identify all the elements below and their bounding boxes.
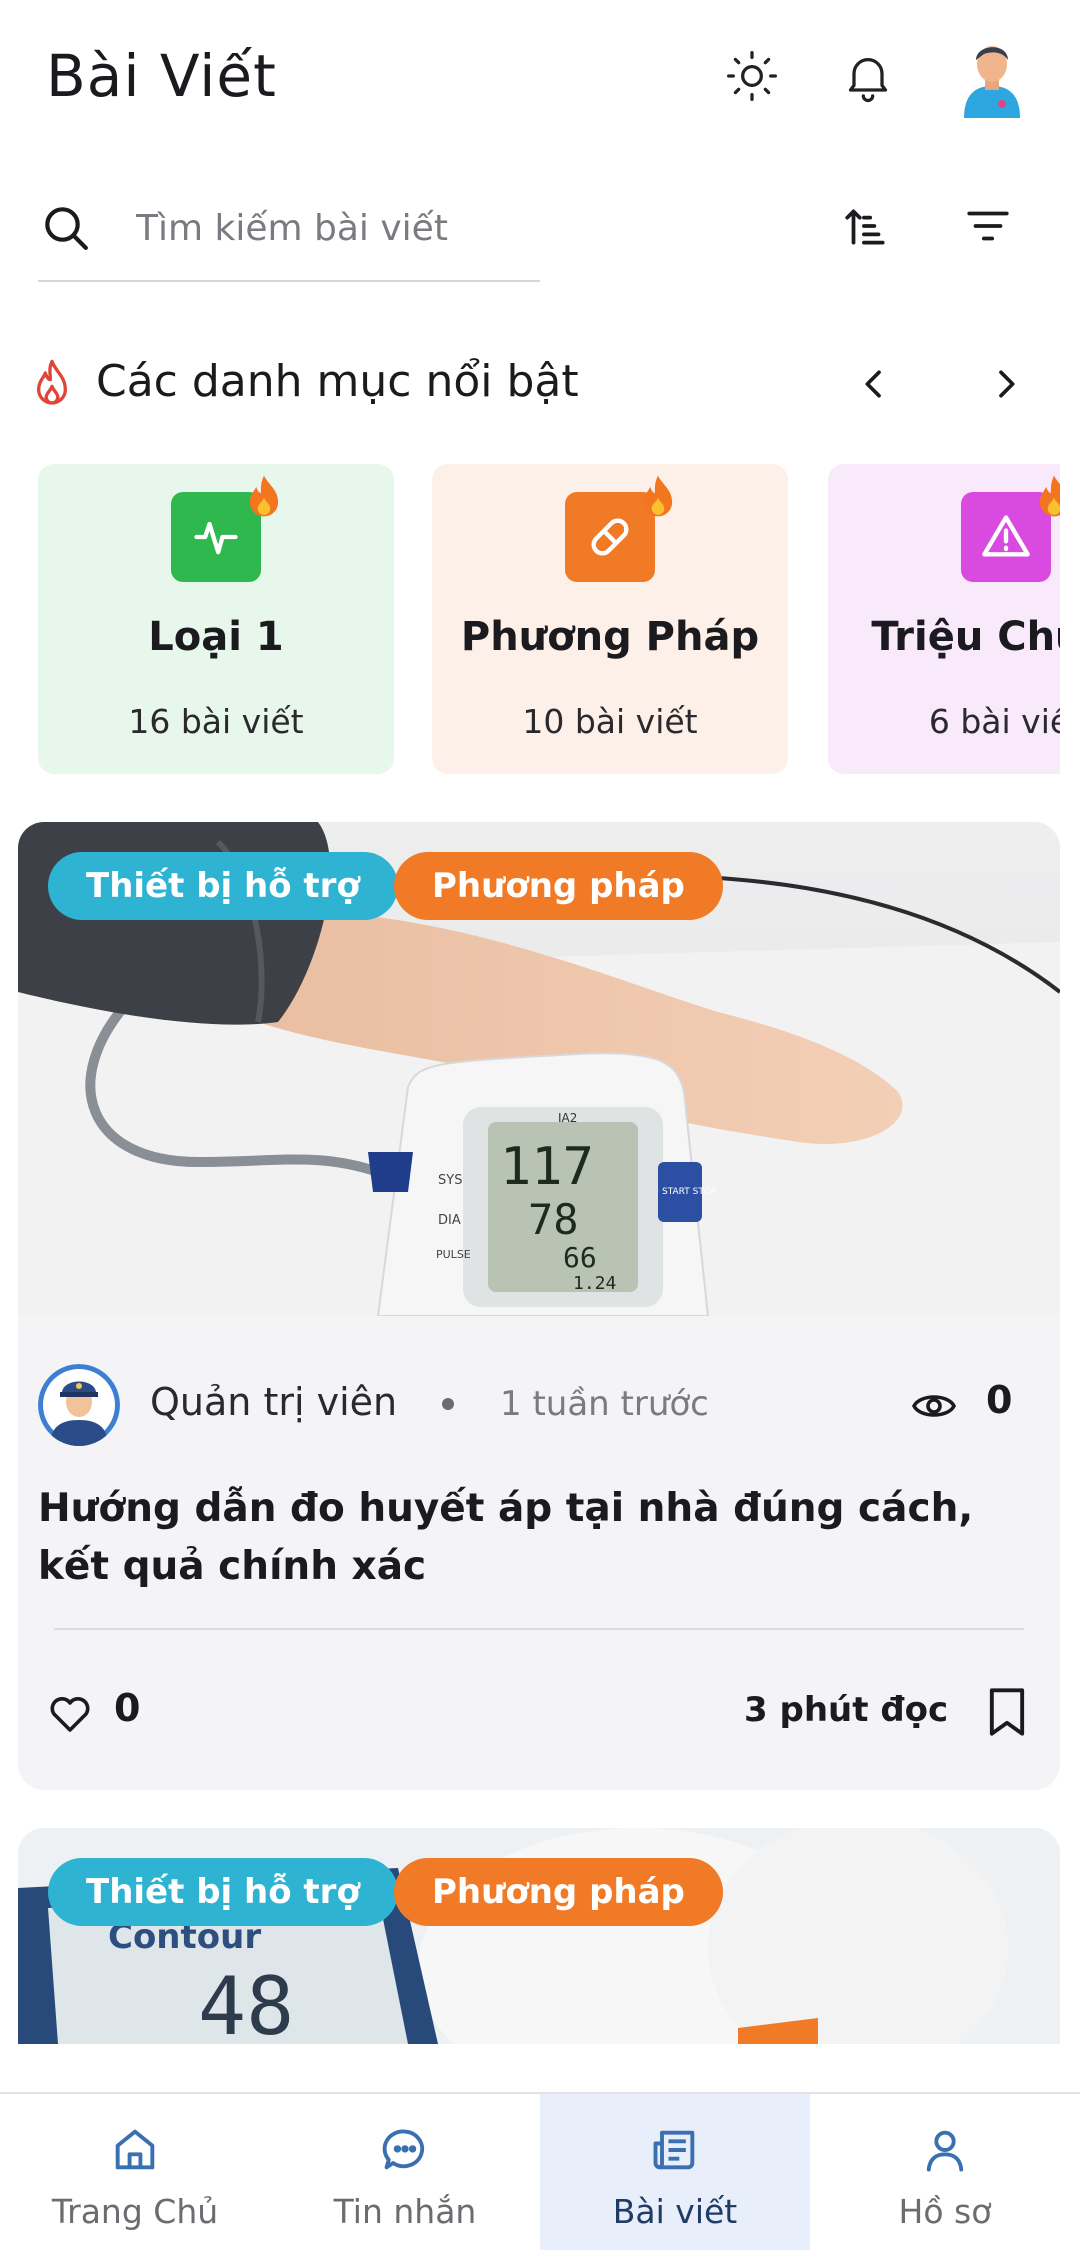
user-avatar[interactable] [954, 34, 1030, 118]
monitor-extra: 1.24 [573, 1273, 616, 1294]
category-card[interactable]: Triệu Chứng 6 bài viết [828, 464, 1060, 774]
divider [54, 1628, 1024, 1630]
nav-label: Tin nhắn [333, 2192, 477, 2231]
search-bar [38, 186, 540, 282]
monitor-sys-label: SYS [438, 1173, 462, 1188]
nav-item-profile[interactable]: Hồ sơ [810, 2094, 1080, 2250]
nav-label: Trang Chủ [51, 2192, 219, 2231]
tag-badge[interactable]: Phương pháp [394, 1858, 723, 1926]
heart-icon[interactable] [46, 1690, 94, 1738]
monitor-pulse-label: PULSE [436, 1248, 471, 1261]
author-avatar [38, 1364, 120, 1446]
category-carousel[interactable]: Loại 1 16 bài viết Phương Pháp 10 bài vi… [38, 464, 1060, 774]
sun-icon[interactable] [720, 44, 784, 108]
monitor-pulse: 66 [563, 1241, 597, 1274]
app-header: Bài Viết [0, 0, 1080, 160]
category-name: Loại 1 [148, 614, 284, 660]
nav-item-articles[interactable]: Bài viết [540, 2094, 810, 2250]
eye-icon [910, 1382, 958, 1430]
home-icon [109, 2124, 161, 2176]
nav-item-home[interactable]: Trang Chủ [0, 2094, 270, 2250]
nav-label: Bài viết [612, 2192, 738, 2231]
section-title: Các danh mục nổi bật [96, 356, 579, 407]
article-title[interactable]: Hướng dẫn đo huyết áp tại nhà đúng cách,… [38, 1480, 1048, 1596]
flame-badge-icon [244, 474, 284, 518]
user-icon [919, 2124, 971, 2176]
sort-ascending-icon[interactable] [834, 194, 898, 258]
monitor-dia-label: DIA [438, 1213, 461, 1228]
article-image: Contour 48 Thiết bị hỗ trợ Phương pháp [18, 1828, 1060, 2044]
featured-categories-header: Các danh mục nổi bật [32, 350, 1052, 420]
category-card[interactable]: Phương Pháp 10 bài viết [432, 464, 788, 774]
chevron-left-icon[interactable] [844, 354, 904, 414]
category-count: 6 bài viết [928, 702, 1060, 741]
monitor-brand: IA2 [558, 1111, 577, 1125]
category-count: 10 bài viết [522, 702, 698, 741]
tag-badge[interactable]: Thiết bị hỗ trợ [48, 1858, 398, 1926]
bottom-navigation: Trang Chủ Tin nhắn Bài viết Hồ sơ [0, 2092, 1080, 2250]
monitor-button: START STOP [662, 1187, 717, 1197]
like-count: 0 [114, 1686, 141, 1730]
flame-badge-icon [638, 474, 678, 518]
article-image: IA2 117 78 66 1.24 SYS DIA PULSE START S… [18, 822, 1060, 1316]
nav-label: Hồ sơ [898, 2192, 992, 2231]
monitor-sys: 117 [500, 1137, 594, 1197]
search-icon [38, 200, 94, 256]
read-time: 3 phút đọc [744, 1690, 949, 1730]
author-name: Quản trị viên [150, 1380, 398, 1424]
chat-icon [379, 2124, 431, 2176]
filter-icon[interactable] [956, 194, 1020, 258]
device-reading: 48 [198, 1960, 294, 2044]
chevron-right-icon[interactable] [976, 354, 1036, 414]
category-name: Phương Pháp [460, 614, 760, 660]
tag-badge[interactable]: Thiết bị hỗ trợ [48, 852, 398, 920]
category-card[interactable]: Loại 1 16 bài viết [38, 464, 394, 774]
bell-icon[interactable] [836, 44, 900, 108]
separator-dot [442, 1398, 454, 1410]
nav-item-messages[interactable]: Tin nhắn [270, 2094, 540, 2250]
monitor-dia: 78 [528, 1195, 579, 1244]
search-input[interactable] [136, 196, 536, 260]
flame-badge-icon [1034, 474, 1060, 518]
page-title: Bài Viết [46, 42, 277, 110]
post-time: 1 tuần trước [500, 1384, 709, 1424]
category-count: 16 bài viết [128, 702, 304, 741]
article-card[interactable]: Contour 48 Thiết bị hỗ trợ Phương pháp [18, 1828, 1060, 2044]
newspaper-icon [649, 2124, 701, 2176]
article-card[interactable]: IA2 117 78 66 1.24 SYS DIA PULSE START S… [18, 822, 1060, 1790]
fire-icon [32, 358, 72, 408]
category-name: Triệu Chứng [871, 614, 1060, 660]
tag-badge[interactable]: Phương pháp [394, 852, 723, 920]
view-count: 0 [986, 1378, 1013, 1422]
bookmark-icon[interactable] [984, 1686, 1030, 1738]
